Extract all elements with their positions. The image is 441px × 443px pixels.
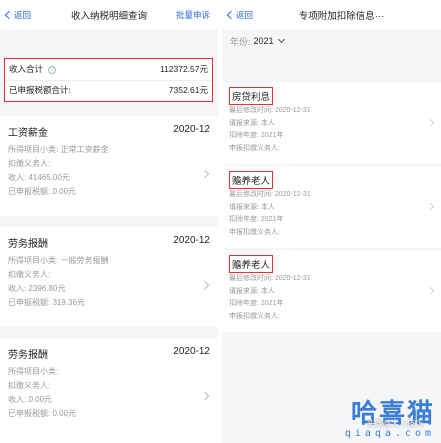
withholder: 申报扣缴义务人:: [229, 312, 280, 320]
income-period: 2020-12: [173, 124, 210, 135]
income-subcategory: 所得项目小类:: [8, 367, 59, 376]
page-title: 专项附加扣除信息···: [298, 11, 385, 22]
help-icon[interactable]: ?: [48, 66, 57, 74]
withholder: 申报扣缴义务人:: [229, 228, 280, 236]
deduction-title: 房贷利息: [229, 87, 274, 105]
nav-bar: 返回 收入纳税明细查询 批量申诉: [0, 0, 218, 30]
declared-tax: 已申报税额: 0.00元: [8, 409, 77, 418]
batch-appeal-button[interactable]: 批量申诉: [176, 9, 210, 21]
report-source: 填报来源: 本人: [229, 203, 275, 211]
summary-box: 收入合计 ? 112372.57元 已申报税额合计: 7352.61元: [4, 58, 213, 102]
chevron-down-icon: [277, 35, 285, 44]
tax-total-label: 已申报税额合计:: [9, 85, 71, 96]
income-subcategory: 所得项目小类: 正常工资薪金: [8, 145, 109, 154]
report-source: 填报来源: 本人: [229, 287, 275, 295]
withholder: 申报扣缴义务人:: [229, 144, 280, 152]
deduction-item[interactable]: 赡养老人 最后修改时间: 2020-12-31 填报来源: 本人 扣除年度: 2…: [222, 166, 441, 248]
back-button[interactable]: 返回: [0, 9, 31, 21]
deduction-item[interactable]: 房贷利息 最后修改时间: 2020-12-31 填报来源: 本人 扣除年度: 2…: [222, 82, 441, 164]
year-label: 年份:: [230, 36, 251, 47]
report-source: 填报来源: 本人: [229, 119, 275, 127]
deduction-year: 扣除年度: 2021年: [229, 132, 284, 139]
tax-total-row: 已申报税额合计: 7352.61元: [5, 79, 212, 101]
deduction-title: 赡养老人: [229, 255, 274, 273]
tax-total-value: 7352.61元: [168, 85, 208, 96]
last-modified: 最后修改时间: 2020-12-31: [229, 107, 311, 114]
special-deduction-screen: 返回 专项附加扣除信息··· 年份: 2021 房贷利息 最后修改时间: 202…: [222, 0, 441, 443]
back-label: 返回: [236, 10, 254, 20]
income-total-label: 收入合计: [9, 64, 44, 75]
nav-bar: 返回 专项附加扣除信息···: [222, 0, 441, 30]
last-modified: 最后修改时间: 2020-12-31: [229, 275, 311, 282]
year-selector[interactable]: 年份: 2021: [222, 30, 441, 52]
income-total-value: 112372.57元: [159, 64, 208, 75]
income-subcategory: 所得项目小类: 一般劳务报酬: [8, 256, 109, 265]
deduction-title: 赡养老人: [229, 171, 274, 189]
declared-tax: 已申报税额: 319.36元: [8, 298, 85, 307]
income-record-card[interactable]: 劳务报酬 2020-12 所得项目小类: 一般劳务报酬 扣缴义务人: 收入: 2…: [0, 227, 218, 327]
income-type: 劳务报酬: [8, 239, 48, 250]
chevron-left-icon: [226, 10, 236, 20]
year-value: 2021: [253, 36, 274, 46]
deduction-year: 扣除年度: 2021年: [229, 216, 284, 223]
watermark-credit: 头条@大人技巧: [366, 419, 423, 428]
deduction-item[interactable]: 赡养老人 最后修改时间: 2020-12-31 填报来源: 本人 扣除年度: 2…: [222, 250, 441, 332]
deduction-year: 扣除年度: 2021年: [229, 300, 284, 307]
income-amount: 收入: 41465.00元: [8, 173, 70, 182]
back-label: 返回: [14, 10, 32, 20]
income-period: 2020-12: [173, 235, 210, 246]
income-total-row: 收入合计 ? 112372.57元: [5, 59, 212, 80]
withholder: 扣缴义务人:: [8, 159, 51, 168]
back-button[interactable]: 返回: [222, 9, 253, 21]
income-record-card[interactable]: 劳务报酬 2020-12 所得项目小类: 扣缴义务人: 收入: 0.00元 已申…: [0, 338, 218, 443]
declared-tax: 已申报税额: 0.00元: [8, 187, 77, 196]
income-amount: 收入: 2396.80元: [8, 284, 66, 293]
income-record-card[interactable]: 工资薪金 2020-12 所得项目小类: 正常工资薪金 扣缴义务人: 收入: 4…: [0, 116, 218, 216]
income-period: 2020-12: [173, 346, 210, 357]
income-type: 劳务报酬: [8, 350, 48, 361]
income-tax-detail-screen: 返回 收入纳税明细查询 批量申诉 收入合计 ? 112372.57元 已申报税额…: [0, 0, 218, 443]
income-type: 工资薪金: [8, 128, 48, 139]
watermark-url: qiaqa.com: [344, 428, 435, 439]
chevron-left-icon: [4, 10, 14, 20]
last-modified: 最后修改时间: 2020-12-31: [229, 191, 311, 198]
withholder: 扣缴义务人:: [8, 270, 51, 279]
withholder: 扣缴义务人:: [8, 381, 51, 390]
income-amount: 收入: 0.00元: [8, 395, 53, 404]
